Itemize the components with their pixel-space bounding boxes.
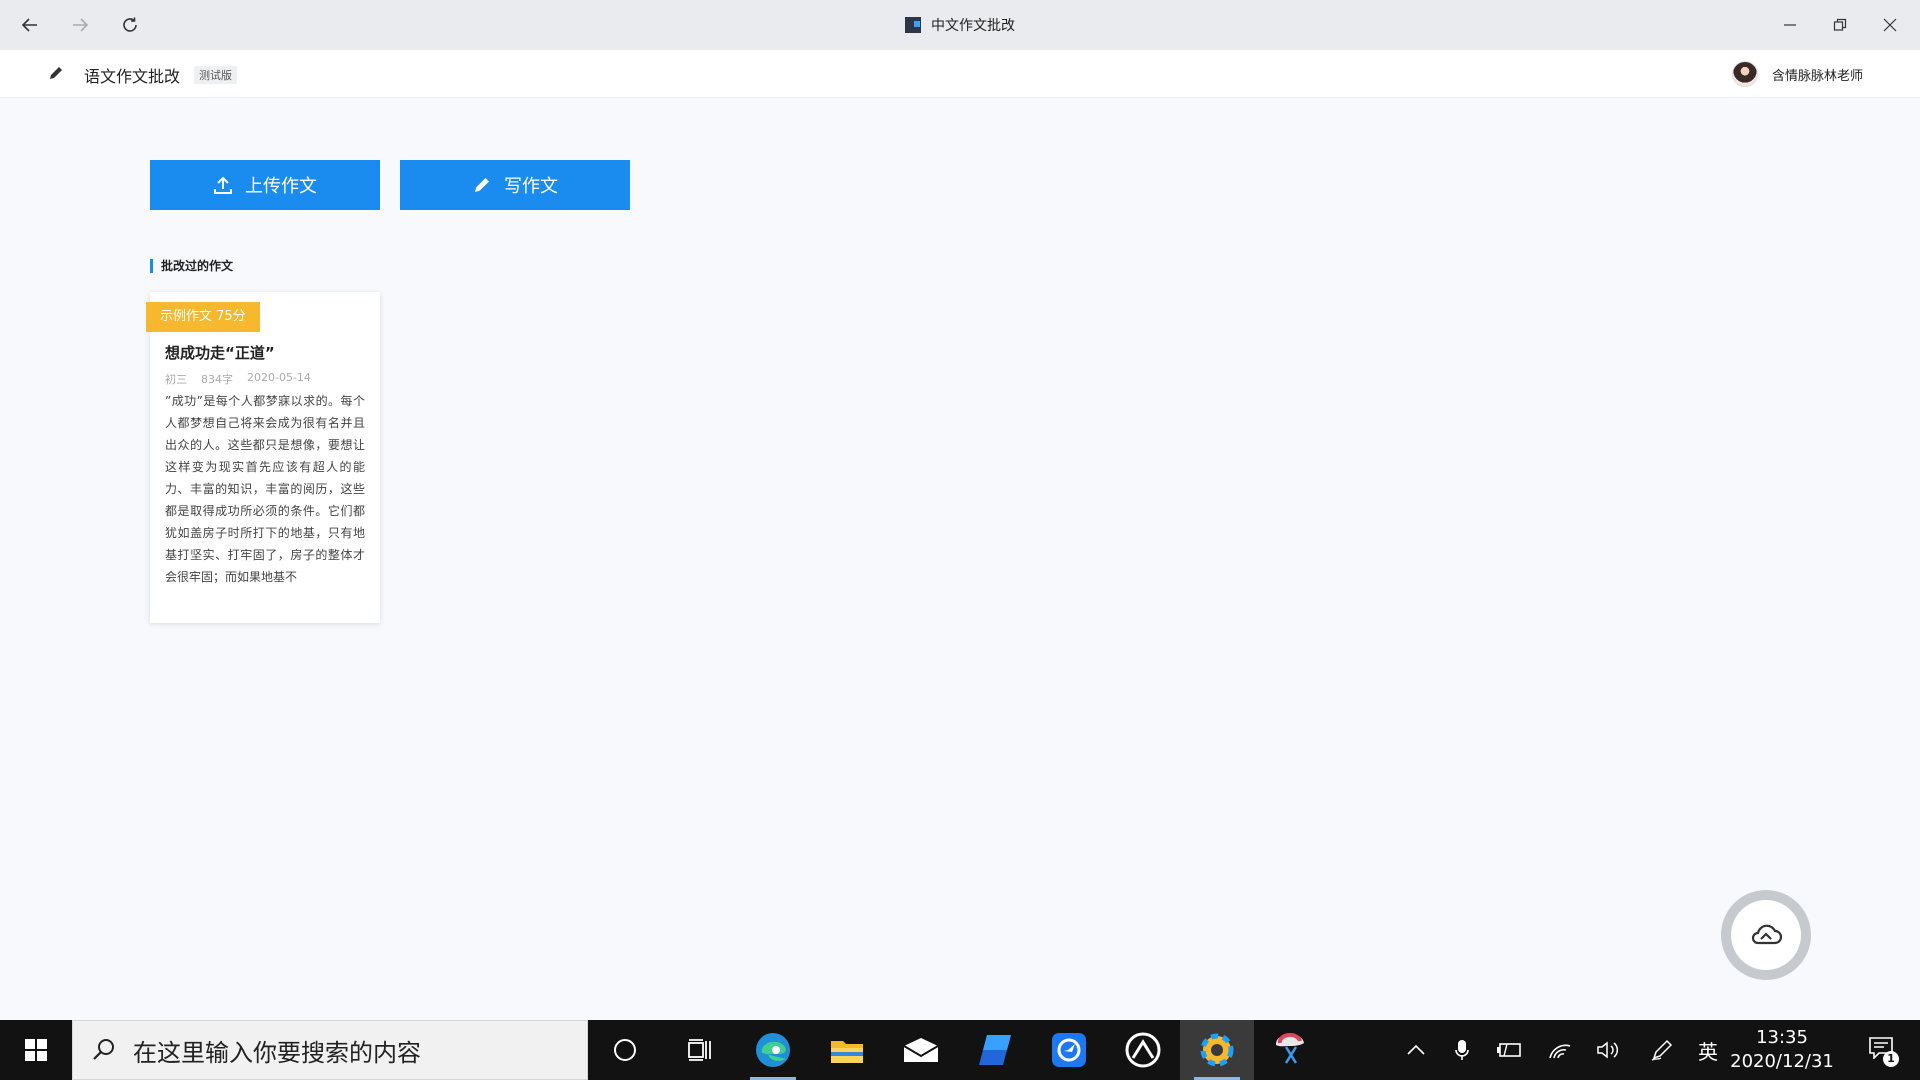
- upload-icon: [214, 176, 232, 194]
- app-name: 语文作文批改: [84, 67, 181, 86]
- essay-card[interactable]: 示例作文 75分 想成功走“正道” 初三 834字 2020-05-14 ”成功…: [146, 292, 380, 623]
- edge-browser-icon[interactable]: [736, 1020, 810, 1080]
- write-essay-label: 写作文: [504, 176, 558, 197]
- essay-title: 想成功走“正道”: [165, 344, 275, 362]
- search-placeholder: 在这里输入你要搜索的内容: [133, 1038, 421, 1067]
- battery-icon[interactable]: [1494, 1020, 1526, 1080]
- steam-like-icon[interactable]: [1106, 1020, 1180, 1080]
- window-title: 中文作文批改: [0, 15, 1920, 35]
- essay-grade: 初三: [165, 373, 187, 386]
- notification-center-button[interactable]: 1: [1856, 1020, 1906, 1080]
- upload-essay-label: 上传作文: [245, 176, 317, 197]
- pencil-icon: [48, 65, 64, 85]
- avatar[interactable]: [1732, 61, 1758, 87]
- chevron-up-icon[interactable]: [1400, 1020, 1432, 1080]
- app-logo-icon: [905, 17, 921, 33]
- close-button[interactable]: [1865, 0, 1915, 50]
- clock-date: 2020/12/31: [1730, 1051, 1834, 1072]
- clock-time: 13:35: [1756, 1027, 1808, 1048]
- volume-icon[interactable]: [1592, 1020, 1624, 1080]
- app-header: 语文作文批改 测试版 含情脉脉林老师: [0, 50, 1920, 98]
- essay-word-count: 834字: [201, 373, 233, 386]
- essay-meta: 初三 834字 2020-05-14: [165, 371, 311, 387]
- mail-icon[interactable]: [884, 1020, 958, 1080]
- task-view-icon[interactable]: [662, 1020, 736, 1080]
- ime-indicator[interactable]: 英: [1692, 1020, 1724, 1080]
- score-badge: 示例作文 75分: [146, 302, 260, 332]
- cloud-sync-button[interactable]: [1721, 890, 1811, 980]
- windows-start-icon[interactable]: [0, 1020, 72, 1080]
- write-essay-button[interactable]: 写作文: [400, 160, 630, 210]
- taskbar-search[interactable]: 在这里输入你要搜索的内容: [72, 1020, 588, 1080]
- essay-date: 2020-05-14: [247, 371, 311, 384]
- wifi-icon[interactable]: [1544, 1020, 1576, 1080]
- notification-count: 1: [1883, 1051, 1899, 1067]
- system-clock[interactable]: 13:35 2020/12/31: [1728, 1026, 1836, 1074]
- essay-excerpt: ”成功”是每个人都梦寐以求的。每个人都梦想自己将来会成为很有名并且出众的人。这些…: [165, 394, 365, 584]
- dingtalk-style-icon[interactable]: [1032, 1020, 1106, 1080]
- username[interactable]: 含情脉脉林老师: [1772, 65, 1863, 84]
- snipping-tool-icon[interactable]: [1254, 1020, 1328, 1080]
- beta-badge: 测试版: [194, 66, 237, 84]
- pencil-icon: [475, 178, 489, 192]
- taskbar: 在这里输入你要搜索的内容 英 13:35 2020/12/31 1: [0, 1020, 1920, 1080]
- microphone-icon[interactable]: [1446, 1020, 1478, 1080]
- message-icon: 1: [1869, 1037, 1899, 1067]
- restore-button[interactable]: [1815, 0, 1865, 50]
- search-icon: [93, 1039, 114, 1060]
- pen-icon[interactable]: [1646, 1020, 1678, 1080]
- minimize-button[interactable]: [1765, 0, 1815, 50]
- upload-essay-button[interactable]: 上传作文: [150, 160, 380, 210]
- cortana-icon[interactable]: [588, 1020, 662, 1080]
- mindmap-app-icon[interactable]: [958, 1020, 1032, 1080]
- section-title: 批改过的作文: [150, 259, 233, 273]
- settings-gear-app-icon[interactable]: [1180, 1020, 1254, 1080]
- file-explorer-icon[interactable]: [810, 1020, 884, 1080]
- cloud-icon: [1731, 900, 1801, 970]
- title-bar: 中文作文批改: [0, 0, 1920, 50]
